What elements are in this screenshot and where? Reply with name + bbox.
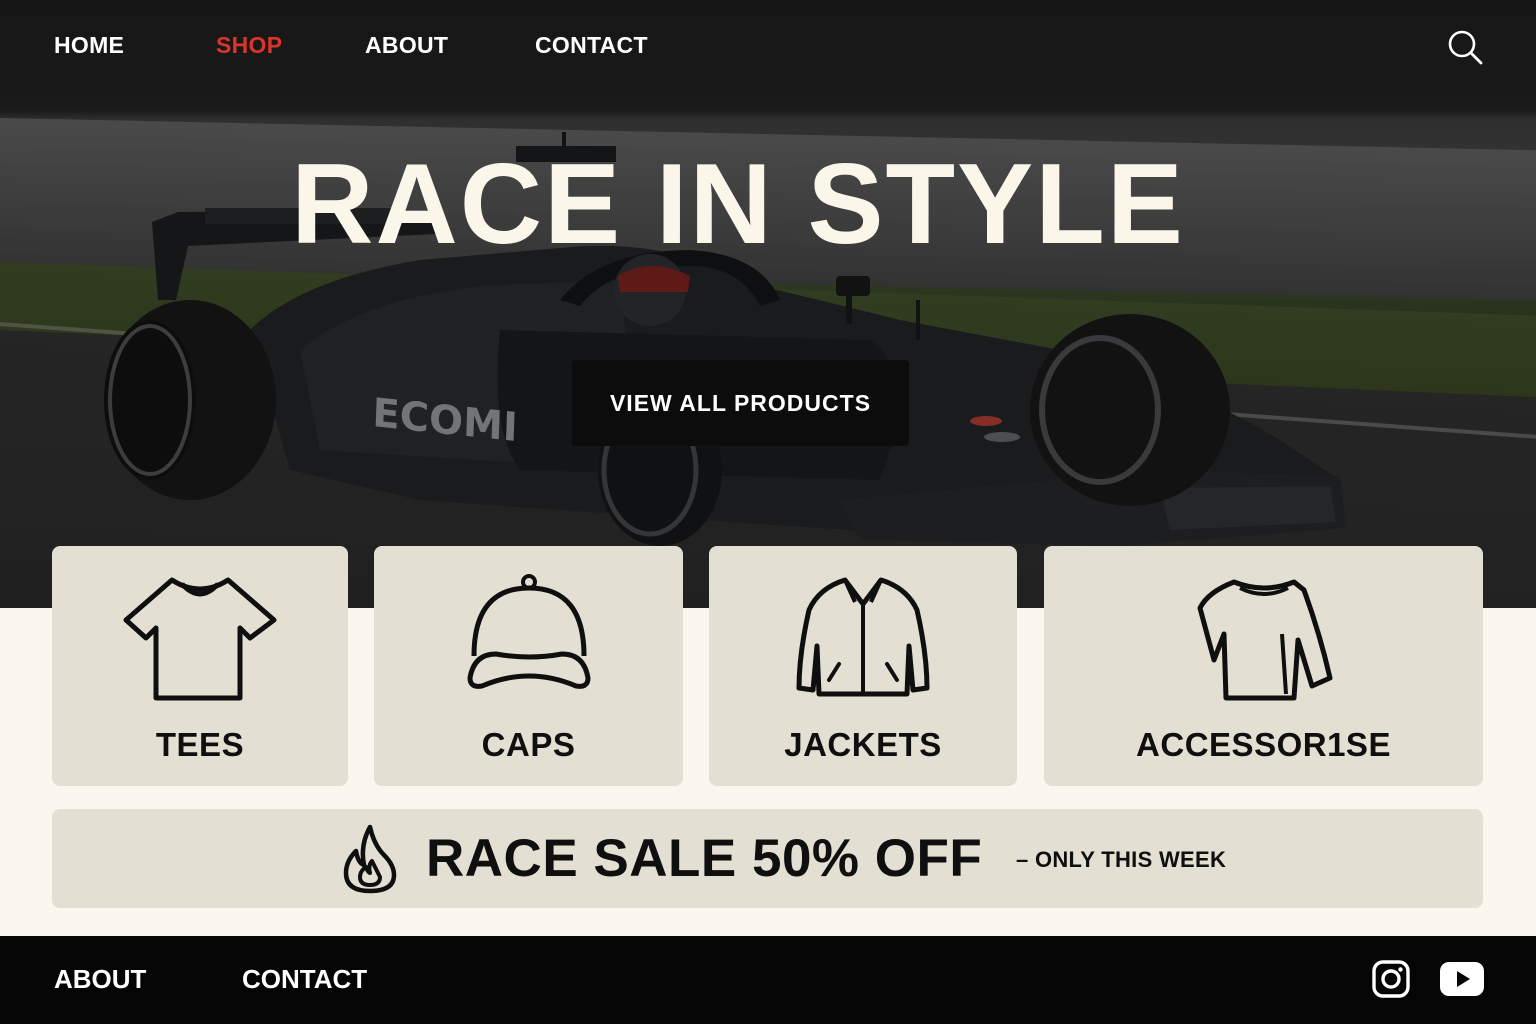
footer: ABOUT CONTACT — [0, 936, 1536, 1024]
category-label-accessories: ACCESSOR1SE — [1136, 726, 1391, 763]
category-label-caps: CAPS — [481, 726, 576, 763]
jacket-icon — [796, 577, 930, 697]
promo-headline: RACE SALE 50% OFF — [426, 829, 983, 888]
footer-about-link[interactable]: ABOUT — [54, 964, 146, 995]
hero-title: RACE IN STYLE — [291, 141, 1185, 268]
nav-contact[interactable]: CONTACT — [535, 32, 648, 59]
category-card-caps[interactable]: CAPS — [374, 546, 683, 786]
view-all-products-button[interactable]: VIEW ALL PRODUCTS — [572, 360, 909, 446]
scarf-icon — [1197, 579, 1332, 701]
nav-home[interactable]: HOME — [54, 32, 124, 59]
nav-shop[interactable]: SHOP — [216, 32, 282, 59]
promo-banner[interactable]: RACE SALE 50% OFF – ONLY THIS WEEK — [52, 809, 1483, 908]
promo-subtext: – ONLY THIS WEEK — [1016, 847, 1227, 872]
category-card-tees[interactable]: TEES — [52, 546, 348, 786]
footer-contact-link[interactable]: CONTACT — [242, 964, 367, 995]
tshirt-icon — [123, 577, 277, 701]
nav-about[interactable]: ABOUT — [365, 32, 448, 59]
search-icon[interactable] — [1446, 28, 1484, 66]
category-label-tees: TEES — [155, 726, 245, 763]
category-card-jackets[interactable]: JACKETS — [709, 546, 1017, 786]
category-label-jackets: JACKETS — [784, 726, 942, 763]
instagram-icon[interactable] — [1372, 960, 1410, 998]
fire-icon — [343, 824, 397, 894]
top-navigation: HOME SHOP ABOUT CONTACT — [0, 0, 1536, 96]
category-card-accessories[interactable]: ACCESSOR1SE — [1044, 546, 1483, 786]
cap-icon — [467, 574, 590, 689]
youtube-icon[interactable] — [1440, 960, 1484, 998]
